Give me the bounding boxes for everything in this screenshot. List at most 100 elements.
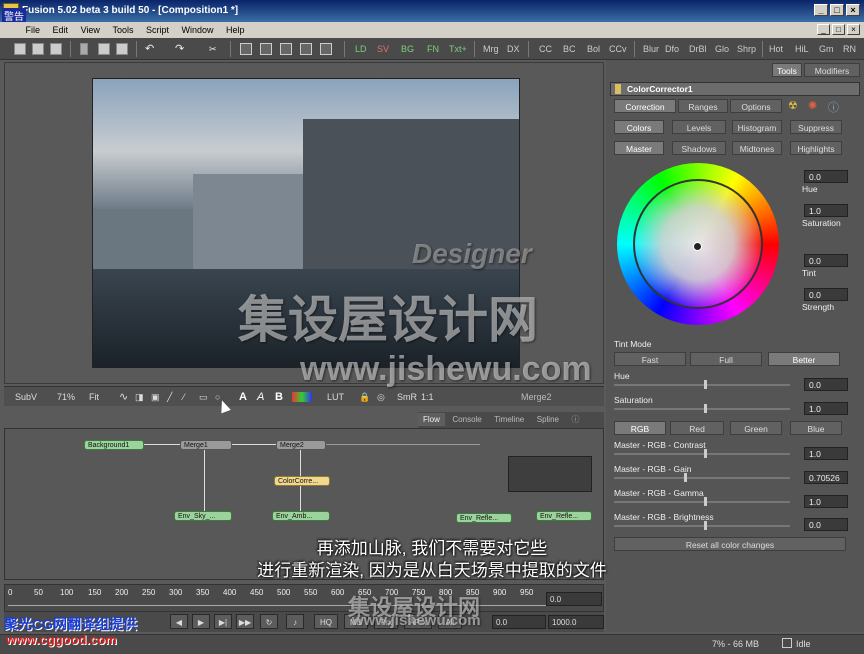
menu-tools[interactable]: Tools	[107, 22, 138, 38]
gain-slider[interactable]	[614, 477, 790, 479]
tool-fn[interactable]: FN	[424, 42, 442, 56]
tab-options[interactable]: Options	[730, 99, 782, 113]
flow-navigator[interactable]	[508, 456, 592, 492]
node-merge1[interactable]: Merge1	[180, 440, 232, 450]
menu-edit[interactable]: Edit	[48, 22, 74, 38]
gamma-slider[interactable]	[614, 501, 790, 503]
brightness-slider[interactable]	[614, 525, 790, 527]
subtab-histogram[interactable]: Histogram	[732, 120, 782, 134]
range-master[interactable]: Master	[614, 141, 664, 155]
tool-drbl[interactable]: DrBl	[686, 42, 710, 56]
tab-ranges[interactable]: Ranges	[678, 99, 728, 113]
undo-icon[interactable]: ↶	[142, 42, 157, 56]
tool-shrp[interactable]: Shrp	[734, 42, 759, 56]
minimize-button[interactable]: _	[814, 4, 828, 16]
polyline-icon[interactable]: ∿	[116, 390, 131, 404]
text-tool-a[interactable]: A	[236, 390, 250, 404]
save-file-icon[interactable]	[50, 43, 62, 55]
tool-hot[interactable]: Hot	[766, 42, 786, 56]
zoom-level[interactable]: 71%	[54, 390, 78, 404]
layout-split-icon[interactable]	[260, 43, 272, 55]
node-env-refle-1[interactable]: Env_Refle...	[456, 513, 512, 523]
channel-rgb[interactable]: RGB	[614, 421, 666, 435]
node-env-amb[interactable]: Env_Amb...	[272, 511, 330, 521]
saturation-slider[interactable]	[614, 408, 790, 410]
tool-mrg[interactable]: Mrg	[480, 42, 502, 56]
smr-button[interactable]: SmR	[394, 390, 420, 404]
subtab-suppress[interactable]: Suppress	[790, 120, 842, 134]
tab-correction[interactable]: Correction	[614, 99, 676, 113]
new-file-icon[interactable]	[14, 43, 26, 55]
subview-select[interactable]: SubV	[12, 390, 40, 404]
hue-field[interactable]: 0.0	[804, 378, 848, 391]
node-env-refle-2[interactable]: Env_Refle...	[536, 511, 592, 521]
gamma-field[interactable]: 1.0	[804, 495, 848, 508]
tool-bg[interactable]: BG	[398, 42, 417, 56]
contrast-slider[interactable]	[614, 453, 790, 455]
hue-slider[interactable]	[614, 384, 790, 386]
tool-rn[interactable]: RN	[840, 42, 859, 56]
tab-spline[interactable]: Spline	[532, 413, 564, 426]
tab-flow[interactable]: Flow	[418, 413, 445, 426]
render-end-field[interactable]: 1000.0	[548, 615, 604, 629]
maximize-button[interactable]: □	[830, 4, 844, 16]
fit-button[interactable]: Fit	[86, 390, 102, 404]
step-back-icon[interactable]: ◀	[170, 614, 188, 629]
radiation-icon[interactable]: ☢	[788, 99, 798, 112]
hue-slider-knob[interactable]	[704, 380, 707, 389]
text-tool-b[interactable]: B	[272, 390, 286, 404]
current-time-field[interactable]: 0.0	[546, 592, 602, 606]
tool-glo[interactable]: Glo	[712, 42, 732, 56]
hq-button[interactable]: HQ	[314, 614, 338, 629]
contrast-slider-knob[interactable]	[704, 449, 707, 458]
layout-bottom-icon[interactable]	[300, 43, 312, 55]
text-tool-a-italic[interactable]: A	[254, 390, 267, 404]
mdi-minimize-button[interactable]: _	[817, 24, 830, 35]
close-button[interactable]: ×	[846, 4, 860, 16]
open-file-icon[interactable]	[32, 43, 44, 55]
info-icon[interactable]: ⓘ	[567, 412, 585, 427]
tool-txt[interactable]: Txt+	[446, 42, 470, 56]
tab-timeline[interactable]: Timeline	[489, 413, 529, 426]
tool-sv[interactable]: SV	[374, 42, 392, 56]
mdi-restore-button[interactable]: □	[832, 24, 845, 35]
range-shadows[interactable]: Shadows	[672, 141, 726, 155]
step-forward-icon[interactable]: ▶|	[214, 614, 232, 629]
redo-icon[interactable]: ↷	[172, 42, 187, 56]
subtab-levels[interactable]: Levels	[672, 120, 726, 134]
info-icon[interactable]: ⓘ	[828, 99, 839, 115]
tool-header[interactable]: ColorCorrector1	[610, 82, 860, 96]
layout-single-icon[interactable]	[240, 43, 252, 55]
menu-script[interactable]: Script	[141, 22, 174, 38]
roi-icon[interactable]: ◎	[374, 390, 388, 404]
lut-button[interactable]: LUT	[324, 390, 347, 404]
audio-icon[interactable]: ♪	[286, 614, 304, 629]
tint-mode-full[interactable]: Full	[690, 352, 762, 366]
color-channels-icon[interactable]	[292, 392, 312, 402]
layout-horizontal-icon[interactable]	[280, 43, 292, 55]
gamma-slider-knob[interactable]	[704, 497, 707, 506]
menu-window[interactable]: Window	[177, 22, 219, 38]
subtab-colors[interactable]: Colors	[614, 120, 664, 134]
gear-icon[interactable]: ✺	[808, 99, 817, 112]
menu-file[interactable]: File	[21, 22, 46, 38]
brightness-slider-knob[interactable]	[704, 521, 707, 530]
saturation-slider-knob[interactable]	[704, 404, 707, 413]
menu-view[interactable]: View	[76, 22, 105, 38]
lock-icon[interactable]: 🔒	[356, 390, 373, 404]
wheel-strength-field[interactable]: 0.0	[804, 288, 848, 301]
brush-icon[interactable]: ╱	[164, 390, 175, 404]
tool-bc[interactable]: BC	[560, 42, 579, 56]
channel-blue[interactable]: Blue	[790, 421, 842, 435]
tool-dx[interactable]: DX	[504, 42, 523, 56]
paint-icon[interactable]: ▣	[148, 390, 163, 404]
contrast-field[interactable]: 1.0	[804, 447, 848, 460]
paste-icon[interactable]	[116, 43, 128, 55]
tool-ccv[interactable]: CCv	[606, 42, 630, 56]
snip-icon[interactable]: ✂	[206, 42, 220, 56]
tool-hil[interactable]: HiL	[792, 42, 812, 56]
tool-gm[interactable]: Gm	[816, 42, 837, 56]
wheel-saturation-field[interactable]: 1.0	[804, 204, 848, 217]
tool-blur[interactable]: Blur	[640, 42, 662, 56]
tool-bol[interactable]: Bol	[584, 42, 603, 56]
